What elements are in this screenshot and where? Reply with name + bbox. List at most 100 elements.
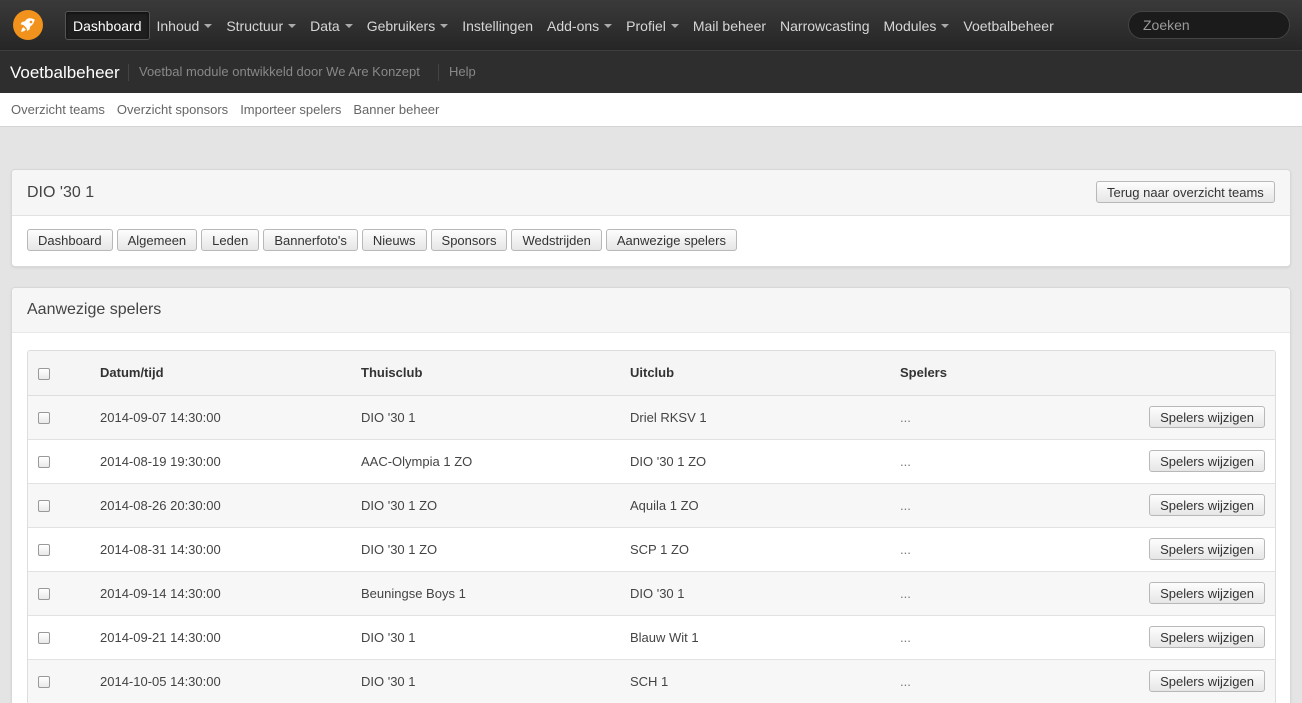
cell-players: ... [900,541,911,557]
edit-players-button[interactable]: Spelers wijzigen [1149,626,1265,648]
edit-players-button[interactable]: Spelers wijzigen [1149,406,1265,428]
nav-item-voetbalbeheer[interactable]: Voetbalbeheer [956,11,1060,40]
nav-item-profiel[interactable]: Profiel [619,11,686,40]
tab-bannerfotos[interactable]: Bannerfoto's [263,229,358,251]
edit-players-button[interactable]: Spelers wijzigen [1149,670,1265,692]
col-datetime[interactable]: Datum/tijd [100,351,361,396]
cell-home: DIO '30 1 ZO [361,541,438,557]
nav-item-structuur[interactable]: Structuur [219,11,303,40]
subnav-banner-beheer[interactable]: Banner beheer [353,102,439,117]
nav-item-modules[interactable]: Modules [877,11,957,40]
col-home[interactable]: Thuisclub [361,351,630,396]
nav-item-inhoud[interactable]: Inhoud [150,11,220,40]
nav-item-gebruikers[interactable]: Gebruikers [360,11,455,40]
row-checkbox[interactable] [38,544,50,557]
table-row: 2014-10-05 14:30:00 DIO '30 1 SCH 1... Spel… [28,659,1275,703]
cell-away: Blauw Wit 1 [630,629,699,645]
nav-item-add-ons[interactable]: Add-ons [540,11,619,40]
row-checkbox[interactable] [38,588,50,601]
col-away[interactable]: Uitclub [630,351,900,396]
cell-players: ... [900,629,911,645]
cell-datetime: 2014-08-31 14:30:00 [100,541,221,557]
cell-home: AAC-Olympia 1 ZO [361,453,473,469]
tab-leden[interactable]: Leden [201,229,260,251]
cell-home: DIO '30 1 [361,629,416,645]
row-checkbox[interactable] [38,500,50,513]
table-row: 2014-09-07 14:30:00 DIO '30 1 Driel RKSV 1… [28,395,1275,439]
nav-item-label: Data [310,17,340,34]
rocket-icon[interactable] [13,10,43,40]
edit-players-button[interactable]: Spelers wijzigen [1149,582,1265,604]
main-menu: Dashboard Inhoud Structuur Data Gebruikers In… [65,11,1061,40]
edit-players-button[interactable]: Spelers wijzigen [1149,450,1265,472]
caret-down-icon [941,23,950,28]
tab-dashboard[interactable]: Dashboard [27,229,113,251]
edit-players-button[interactable]: Spelers wijzigen [1149,538,1265,560]
subnav-overzicht-teams[interactable]: Overzicht teams [11,102,105,117]
cell-away: DIO '30 1 [630,585,685,601]
table-row: 2014-09-14 14:30:00 Beuningse Boys 1 DIO '… [28,571,1275,615]
cell-home: Beuningse Boys 1 [361,585,466,601]
cell-away: SCP 1 ZO [630,541,690,557]
players-title: Aanwezige spelers [27,301,162,318]
nav-item-mail-beheer[interactable]: Mail beheer [686,11,773,40]
caret-down-icon [288,23,297,28]
select-all-checkbox[interactable] [38,367,50,380]
tab-wedstrijden[interactable]: Wedstrijden [511,229,602,251]
nav-item-label: Mail beheer [692,17,767,34]
module-title[interactable]: Voetbalbeheer [10,63,120,83]
cell-away: DIO '30 1 ZO [630,453,707,469]
matches-table: Datum/tijd Thuisclub Uitclub Spelers 201… [27,350,1276,703]
nav-item-label: Add-ons [547,17,600,34]
players-panel: Aanwezige spelers Datum/tijd Thuisclub U… [11,287,1291,703]
team-panel: DIO '30 1 Terug naar overzicht teams Das… [11,169,1291,267]
subnav-overzicht-sponsors[interactable]: Overzicht sponsors [117,102,228,117]
cell-players: ... [900,673,911,689]
cell-home: DIO '30 1 ZO [361,497,438,513]
row-checkbox[interactable] [38,412,50,425]
nav-item-instellingen[interactable]: Instellingen [455,11,540,40]
caret-down-icon [670,23,679,28]
cell-players: ... [900,453,911,469]
tab-algemeen[interactable]: Algemeen [116,229,198,251]
tab-aanwezige-spelers[interactable]: Aanwezige spelers [605,229,737,251]
players-panel-header: Aanwezige spelers [12,288,1290,333]
col-players[interactable]: Spelers [900,351,1080,396]
nav-item-dashboard[interactable]: Dashboard [65,11,150,40]
cell-away: SCH 1 [630,673,669,689]
module-subtitle: Voetbal module ontwikkeld door We Are Ko… [128,64,420,81]
tab-nieuws[interactable]: Nieuws [361,229,427,251]
sub-navbar: Overzicht teams Overzicht sponsors Impor… [0,93,1302,127]
nav-item-label: Gebruikers [366,17,436,34]
nav-item-narrowcasting[interactable]: Narrowcasting [773,11,876,40]
team-tabs: Dashboard Algemeen Leden Bannerfoto's Ni… [27,229,741,251]
cell-players: ... [900,409,911,425]
nav-item-label: Voetbalbeheer [963,17,1054,34]
cell-away: Aquila 1 ZO [630,497,699,513]
nav-item-label: Narrowcasting [780,17,870,34]
search-input[interactable] [1128,11,1290,39]
table-row: 2014-08-19 19:30:00 AAC-Olympia 1 ZO DIO '… [28,439,1275,483]
row-checkbox[interactable] [38,632,50,645]
module-bar: Voetbalbeheer Voetbal module ontwikkeld … [0,50,1302,93]
top-navbar: Dashboard Inhoud Structuur Data Gebruikers In… [0,0,1302,50]
subnav-importeer-spelers[interactable]: Importeer spelers [240,102,341,117]
nav-item-label: Instellingen [462,17,534,34]
help-link[interactable]: Help [438,64,476,81]
cell-players: ... [900,497,911,513]
cell-away: Driel RKSV 1 [630,409,707,425]
cell-players: ... [900,585,911,601]
nav-item-label: Dashboard [73,17,142,34]
nav-item-data[interactable]: Data [303,11,360,40]
tab-sponsors[interactable]: Sponsors [430,229,508,251]
row-checkbox[interactable] [38,676,50,689]
nav-item-label: Profiel [626,17,666,34]
team-title: DIO '30 1 [27,184,95,201]
nav-item-label: Inhoud [156,17,200,34]
back-to-teams-button[interactable]: Terug naar overzicht teams [1096,181,1275,203]
edit-players-button[interactable]: Spelers wijzigen [1149,494,1265,516]
table-header-row: Datum/tijd Thuisclub Uitclub Spelers [28,351,1275,396]
col-actions [1080,351,1275,396]
row-checkbox[interactable] [38,456,50,469]
nav-item-label: Structuur [226,17,284,34]
